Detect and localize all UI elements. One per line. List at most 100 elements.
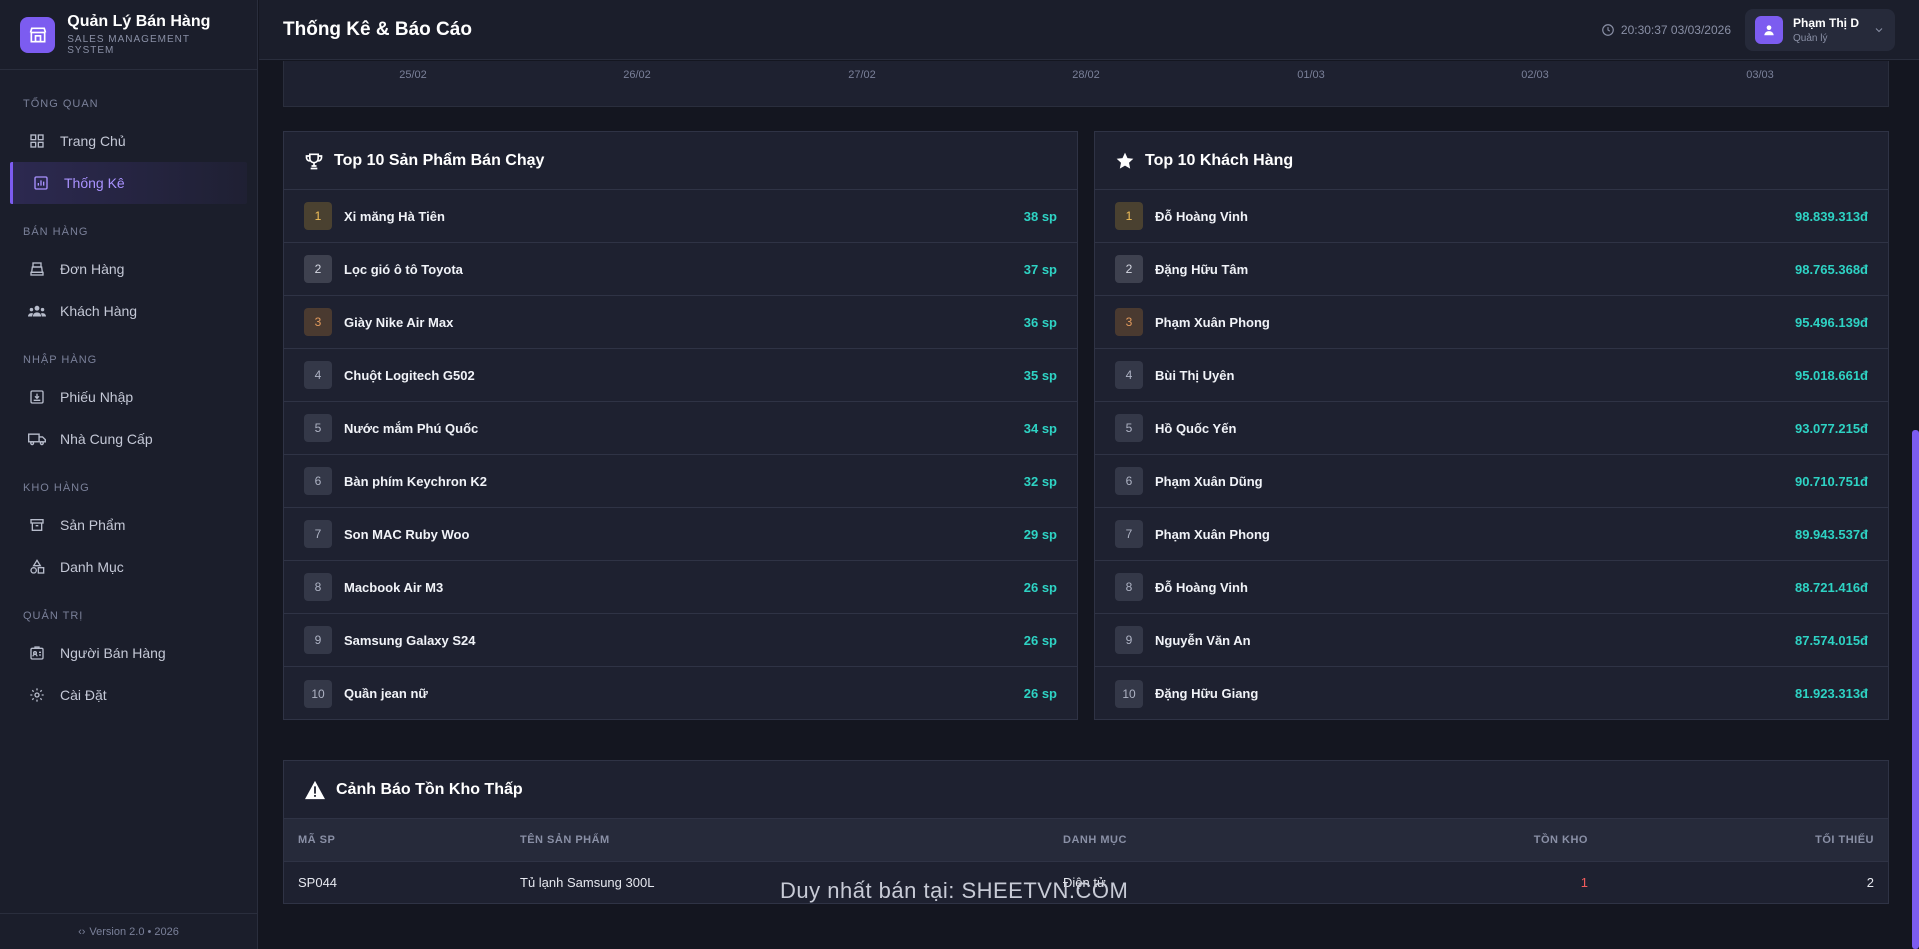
list-item[interactable]: 6 Bàn phím Keychron K2 32 sp [284, 455, 1077, 508]
list-item[interactable]: 4 Bùi Thị Uyên 95.018.661đ [1095, 349, 1888, 402]
list-item[interactable]: 3 Phạm Xuân Phong 95.496.139đ [1095, 296, 1888, 349]
store-icon [20, 16, 56, 53]
rank-badge: 4 [304, 361, 332, 389]
list-item[interactable]: 10 Đặng Hữu Giang 81.923.313đ [1095, 667, 1888, 720]
user-menu[interactable]: Phạm Thị D Quản lý [1745, 8, 1895, 51]
sidebar-item-label: Sản Phẩm [60, 517, 126, 533]
list-item[interactable]: 5 Nước mắm Phú Quốc 34 sp [284, 402, 1077, 455]
brand[interactable]: Quản Lý Bán Hàng SALES MANAGEMENT SYSTEM [0, 0, 257, 70]
axis-tick: 02/03 [1521, 69, 1549, 81]
rank-badge: 8 [304, 573, 332, 601]
customer-total: 93.077.215đ [1794, 420, 1868, 436]
col-header-stock[interactable]: TỒN KHO [1369, 819, 1602, 861]
axis-tick: 25/02 [399, 69, 427, 81]
list-item[interactable]: 4 Chuột Logitech G502 35 sp [284, 349, 1077, 402]
sidebar: Quản Lý Bán Hàng SALES MANAGEMENT SYSTEM… [0, 0, 258, 949]
list-item[interactable]: 6 Phạm Xuân Dũng 90.710.751đ [1095, 455, 1888, 508]
cell-code: SP044 [284, 860, 506, 903]
warning-icon [304, 780, 326, 800]
rank-badge: 6 [1115, 467, 1143, 495]
col-header-name[interactable]: TÊN SẢN PHẨM [506, 819, 1049, 861]
col-header-code[interactable]: MÃ SP [284, 819, 506, 861]
code-icon: ‹› [78, 925, 86, 938]
col-header-min[interactable]: TỐI THIỂU [1602, 819, 1888, 861]
rank-badge: 10 [304, 679, 332, 708]
sidebar-item-stats[interactable]: Thống Kê [10, 162, 247, 204]
rank-badge: 5 [1115, 414, 1143, 442]
truck-icon [28, 430, 46, 448]
sidebar-item-orders[interactable]: Đơn Hàng [0, 248, 257, 290]
gear-icon [28, 686, 46, 704]
customer-total: 88.721.416đ [1794, 579, 1868, 595]
product-qty: 37 sp [1023, 261, 1057, 277]
product-qty: 29 sp [1023, 526, 1057, 542]
import-icon [28, 388, 46, 406]
rank-badge: 9 [304, 626, 332, 654]
sidebar-item-sellers[interactable]: Người Bán Hàng [0, 632, 257, 674]
user-role: Quản lý [1793, 32, 1828, 44]
axis-tick: 28/02 [1072, 69, 1100, 81]
trophy-icon [304, 151, 324, 171]
chevron-down-icon [1875, 27, 1883, 32]
rank-badge: 2 [304, 255, 332, 283]
list-item[interactable]: 3 Giày Nike Air Max 36 sp [284, 296, 1077, 349]
nav-section-admin: QUẢN TRỊ [23, 610, 84, 622]
list-item[interactable]: 2 Đặng Hữu Tâm 98.765.368đ [1095, 243, 1888, 296]
customer-name: Đặng Hữu Giang [1155, 686, 1259, 701]
customer-total: 87.574.015đ [1794, 632, 1868, 648]
list-item[interactable]: 8 Đỗ Hoàng Vinh 88.721.416đ [1095, 561, 1888, 614]
list-item[interactable]: 1 Đỗ Hoàng Vinh 98.839.313đ [1095, 190, 1888, 243]
axis-tick: 27/02 [848, 69, 876, 81]
list-item[interactable]: 9 Nguyễn Văn An 87.574.015đ [1095, 614, 1888, 667]
product-name: Giày Nike Air Max [344, 314, 454, 330]
list-item[interactable]: 2 Lọc gió ô tô Toyota 37 sp [284, 243, 1077, 296]
rank-badge: 7 [304, 520, 332, 548]
panel-header: Top 10 Sản Phẩm Bán Chạy [284, 132, 1077, 190]
clock: 20:30:37 03/03/2026 [1601, 23, 1731, 37]
sidebar-item-settings[interactable]: Cài Đặt [0, 674, 257, 716]
list-item[interactable]: 7 Son MAC Ruby Woo 29 sp [284, 508, 1077, 561]
rank-badge: 4 [1115, 361, 1143, 389]
customer-total: 98.839.313đ [1794, 208, 1868, 224]
sidebar-item-home[interactable]: Trang Chủ [0, 120, 257, 162]
sidebar-item-categories[interactable]: Danh Mục [0, 546, 257, 588]
top-customers-list: 1 Đỗ Hoàng Vinh 98.839.313đ 2 Đặng Hữu Tâm 9… [1095, 190, 1888, 720]
list-item[interactable]: 5 Hồ Quốc Yến 93.077.215đ [1095, 402, 1888, 455]
sidebar-item-label: Khách Hàng [60, 303, 138, 319]
customer-total: 81.923.313đ [1794, 686, 1868, 701]
scrollbar-thumb[interactable] [1912, 430, 1919, 949]
customer-name: Hồ Quốc Yến [1155, 420, 1237, 436]
product-qty: 26 sp [1023, 632, 1057, 648]
app-title: Quản Lý Bán Hàng [67, 13, 211, 30]
product-name: Nước mắm Phú Quốc [344, 420, 479, 436]
rank-badge: 6 [304, 467, 332, 495]
customer-name: Bùi Thị Uyên [1155, 367, 1235, 383]
sidebar-item-suppliers[interactable]: Nhà Cung Cấp [0, 418, 257, 460]
sidebar-item-products[interactable]: Sản Phẩm [0, 504, 257, 546]
sidebar-item-import-receipts[interactable]: Phiếu Nhập [0, 376, 257, 418]
product-qty: 32 sp [1023, 473, 1057, 489]
product-name: Samsung Galaxy S24 [344, 632, 476, 648]
sidebar-item-label: Phiếu Nhập [60, 389, 134, 405]
customer-name: Đỗ Hoàng Vinh [1155, 208, 1248, 224]
panel-header: Top 10 Khách Hàng [1095, 132, 1888, 190]
list-item[interactable]: 1 Xi măng Hà Tiên 38 sp [284, 190, 1077, 243]
version-info: ‹› Version 2.0 • 2026 [0, 913, 257, 949]
customer-name: Nguyễn Văn An [1155, 632, 1251, 648]
sidebar-item-label: Thống Kê [64, 175, 125, 191]
list-item[interactable]: 9 Samsung Galaxy S24 26 sp [284, 614, 1077, 667]
sidebar-item-customers[interactable]: Khách Hàng [0, 290, 257, 332]
product-qty: 38 sp [1023, 208, 1057, 224]
list-item[interactable]: 10 Quần jean nữ 26 sp [284, 667, 1077, 720]
chart-icon [32, 174, 50, 192]
grid-icon [28, 132, 46, 150]
list-item[interactable]: 7 Phạm Xuân Phong 89.943.537đ [1095, 508, 1888, 561]
col-header-category[interactable]: DANH MỤC [1049, 819, 1369, 861]
panel-title: Cảnh Báo Tồn Kho Thấp [336, 780, 523, 798]
customer-name: Đỗ Hoàng Vinh [1155, 579, 1248, 595]
register-icon [28, 260, 46, 278]
product-name: Lọc gió ô tô Toyota [344, 261, 463, 277]
list-item[interactable]: 8 Macbook Air M3 26 sp [284, 561, 1077, 614]
rank-badge: 7 [1115, 520, 1143, 548]
nav-section-sales: BÁN HÀNG [23, 226, 89, 238]
